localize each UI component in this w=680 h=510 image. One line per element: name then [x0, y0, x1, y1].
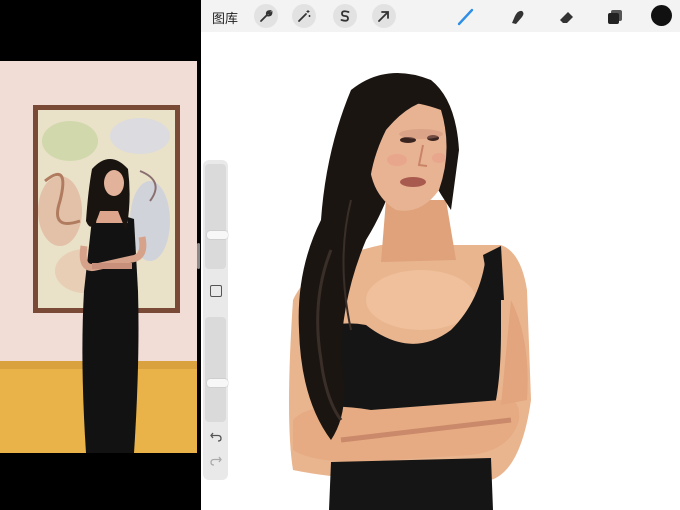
adjustments-button[interactable]: [292, 4, 316, 28]
brush-size-slider-knob[interactable]: [207, 231, 228, 239]
wrench-icon: [260, 10, 273, 22]
drawing-canvas[interactable]: [201, 0, 680, 510]
artwork: [289, 72, 531, 510]
modify-button[interactable]: [210, 285, 222, 297]
transform-button[interactable]: [372, 4, 396, 28]
reference-photo-image: [0, 61, 197, 453]
top-toolbar: 图库: [201, 0, 680, 32]
split-view-handle[interactable]: [197, 243, 200, 269]
brush-button[interactable]: [454, 6, 478, 28]
arrow-cursor-icon: [378, 11, 389, 22]
redo-icon: [209, 456, 222, 466]
side-toolbar: [203, 160, 228, 480]
selection-button[interactable]: [333, 4, 357, 28]
actions-button[interactable]: [254, 4, 278, 28]
magic-wand-icon: [298, 10, 311, 22]
smudge-button[interactable]: [506, 6, 530, 28]
reference-photo: [0, 61, 197, 453]
redo-button[interactable]: [207, 454, 224, 468]
selection-s-icon: [340, 10, 350, 22]
eraser-icon: [560, 12, 573, 23]
opacity-slider-knob[interactable]: [207, 379, 228, 387]
brush-size-slider[interactable]: [205, 164, 228, 269]
color-picker-button[interactable]: [651, 5, 672, 26]
layers-icon: [608, 10, 622, 24]
layers-button[interactable]: [603, 6, 627, 28]
gallery-button[interactable]: 图库: [212, 6, 238, 28]
smudge-icon: [512, 10, 524, 24]
brush-icon: [457, 8, 474, 26]
undo-button[interactable]: [207, 430, 224, 444]
opacity-slider[interactable]: [205, 317, 228, 422]
undo-icon: [209, 432, 222, 442]
reference-panel: [0, 0, 201, 510]
eraser-button[interactable]: [555, 6, 579, 28]
